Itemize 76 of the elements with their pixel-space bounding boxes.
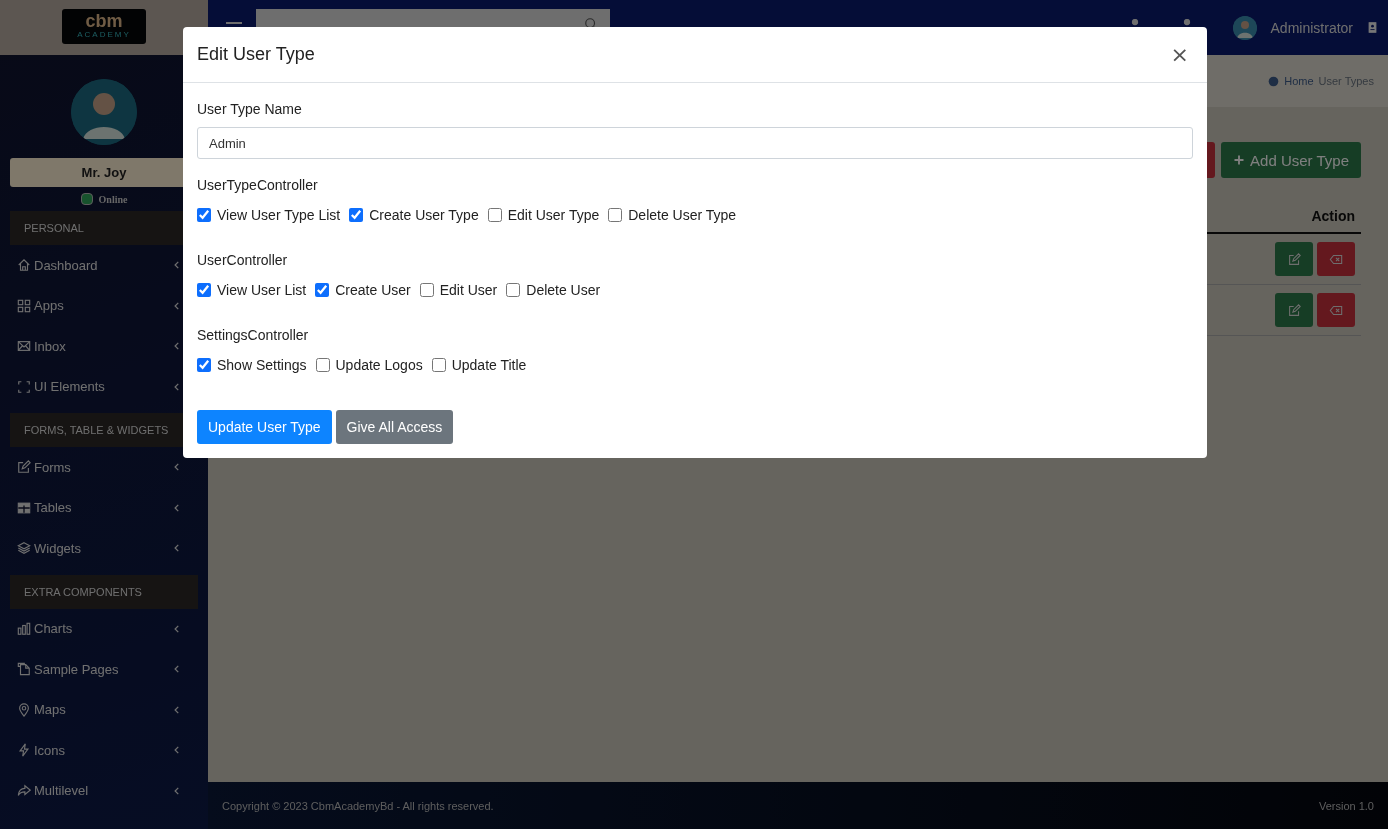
checkbox-label: Delete User <box>526 282 601 298</box>
table-icon <box>17 500 31 515</box>
sidebar-item[interactable]: Multilevel <box>0 770 182 811</box>
plus-icon <box>1233 154 1246 166</box>
checkbox[interactable] <box>197 358 211 372</box>
checkbox-label: Create User <box>335 282 411 298</box>
sidebar-item[interactable]: Maps <box>0 689 182 730</box>
logo-mark: cbm <box>85 13 123 30</box>
group-title: UserTypeController <box>197 177 318 193</box>
edit-button[interactable] <box>1275 242 1313 276</box>
section-heading: EXTRA COMPONENTS <box>10 574 198 609</box>
close-button[interactable]: × <box>1166 42 1193 67</box>
sidebar-item[interactable]: Forms <box>0 447 182 488</box>
edit-icon <box>1287 252 1301 266</box>
add-user-type-button[interactable]: Add User Type <box>1221 142 1361 178</box>
checkbox-label: Create User Type <box>369 207 479 223</box>
user-type-name-field[interactable]: Admin <box>197 127 1193 159</box>
checkbox-label: Delete User Type <box>628 207 737 223</box>
id-card-icon <box>1367 21 1378 34</box>
checkbox[interactable] <box>315 283 330 297</box>
checkbox[interactable] <box>197 283 211 297</box>
layers-icon <box>17 541 31 556</box>
edit-icon <box>17 460 31 475</box>
edit-icon <box>1287 303 1301 317</box>
expand-icon <box>17 379 31 394</box>
sidebar-item[interactable]: Charts <box>0 608 182 649</box>
user-menu[interactable]: Administrator <box>1270 19 1353 36</box>
checkbox[interactable] <box>315 358 330 372</box>
backspace-icon <box>1328 252 1344 266</box>
logo-subtitle: ACADEMY <box>77 30 131 40</box>
edit-button[interactable] <box>1275 293 1313 327</box>
checkbox[interactable] <box>506 283 521 297</box>
give-access-button[interactable]: Give All Access <box>335 410 454 444</box>
checkbox[interactable] <box>419 283 434 297</box>
checkbox-label: Update Logos <box>335 357 423 373</box>
globe-icon <box>1268 75 1280 87</box>
sidebar-item[interactable]: Apps <box>0 285 182 326</box>
avatar[interactable] <box>1232 15 1257 40</box>
checkbox[interactable] <box>608 208 623 222</box>
group-title: UserController <box>197 252 288 268</box>
bar-chart-icon <box>17 621 31 636</box>
checkbox[interactable] <box>487 208 502 222</box>
mail-icon <box>17 339 31 354</box>
dialog-title: Edit User Type <box>197 44 315 65</box>
checkbox-label: Edit User Type <box>507 207 600 223</box>
breadcrumb-link[interactable]: Home <box>1284 75 1314 87</box>
sidebar-item[interactable]: Widgets <box>0 528 182 569</box>
copyright-text: Copyright © 2023 CbmAcademyBd - All rights reserved. <box>222 799 494 812</box>
status-text: Online <box>98 193 128 205</box>
column-header: Action <box>1311 208 1355 224</box>
pages-icon <box>17 662 31 677</box>
checkbox-label: Show Settings <box>217 357 307 373</box>
grid-icon <box>17 298 31 313</box>
sidebar-item[interactable]: UI Elements <box>0 366 182 407</box>
group-title: SettingsController <box>197 327 309 343</box>
checkbox[interactable] <box>431 358 446 372</box>
sidebar-item[interactable]: Sample Pages <box>0 649 182 690</box>
checkbox-label: Update Title <box>451 357 527 373</box>
checkbox-label: Edit User <box>439 282 498 298</box>
map-pin-icon <box>17 702 31 717</box>
checkbox[interactable] <box>349 208 364 222</box>
checkbox-label: View User Type List <box>217 207 341 223</box>
checkbox[interactable] <box>197 208 211 222</box>
backspace-icon <box>1328 303 1344 317</box>
version-text: Version 1.0 <box>1318 799 1374 812</box>
forward-arrow-icon <box>17 783 31 798</box>
checkbox-label: View User List <box>217 282 307 298</box>
update-button[interactable]: Update User Type <box>197 410 332 444</box>
home-icon <box>17 258 31 273</box>
lightning-icon <box>17 743 31 758</box>
sidebar-item[interactable]: Tables <box>0 487 182 528</box>
field-label: User Type Name <box>197 101 302 117</box>
sidebar-item[interactable]: Dashboard <box>0 245 182 286</box>
sidebar-item[interactable]: Inbox <box>0 326 182 367</box>
avatar <box>71 79 137 145</box>
sidebar-item[interactable]: Icons <box>0 730 182 771</box>
